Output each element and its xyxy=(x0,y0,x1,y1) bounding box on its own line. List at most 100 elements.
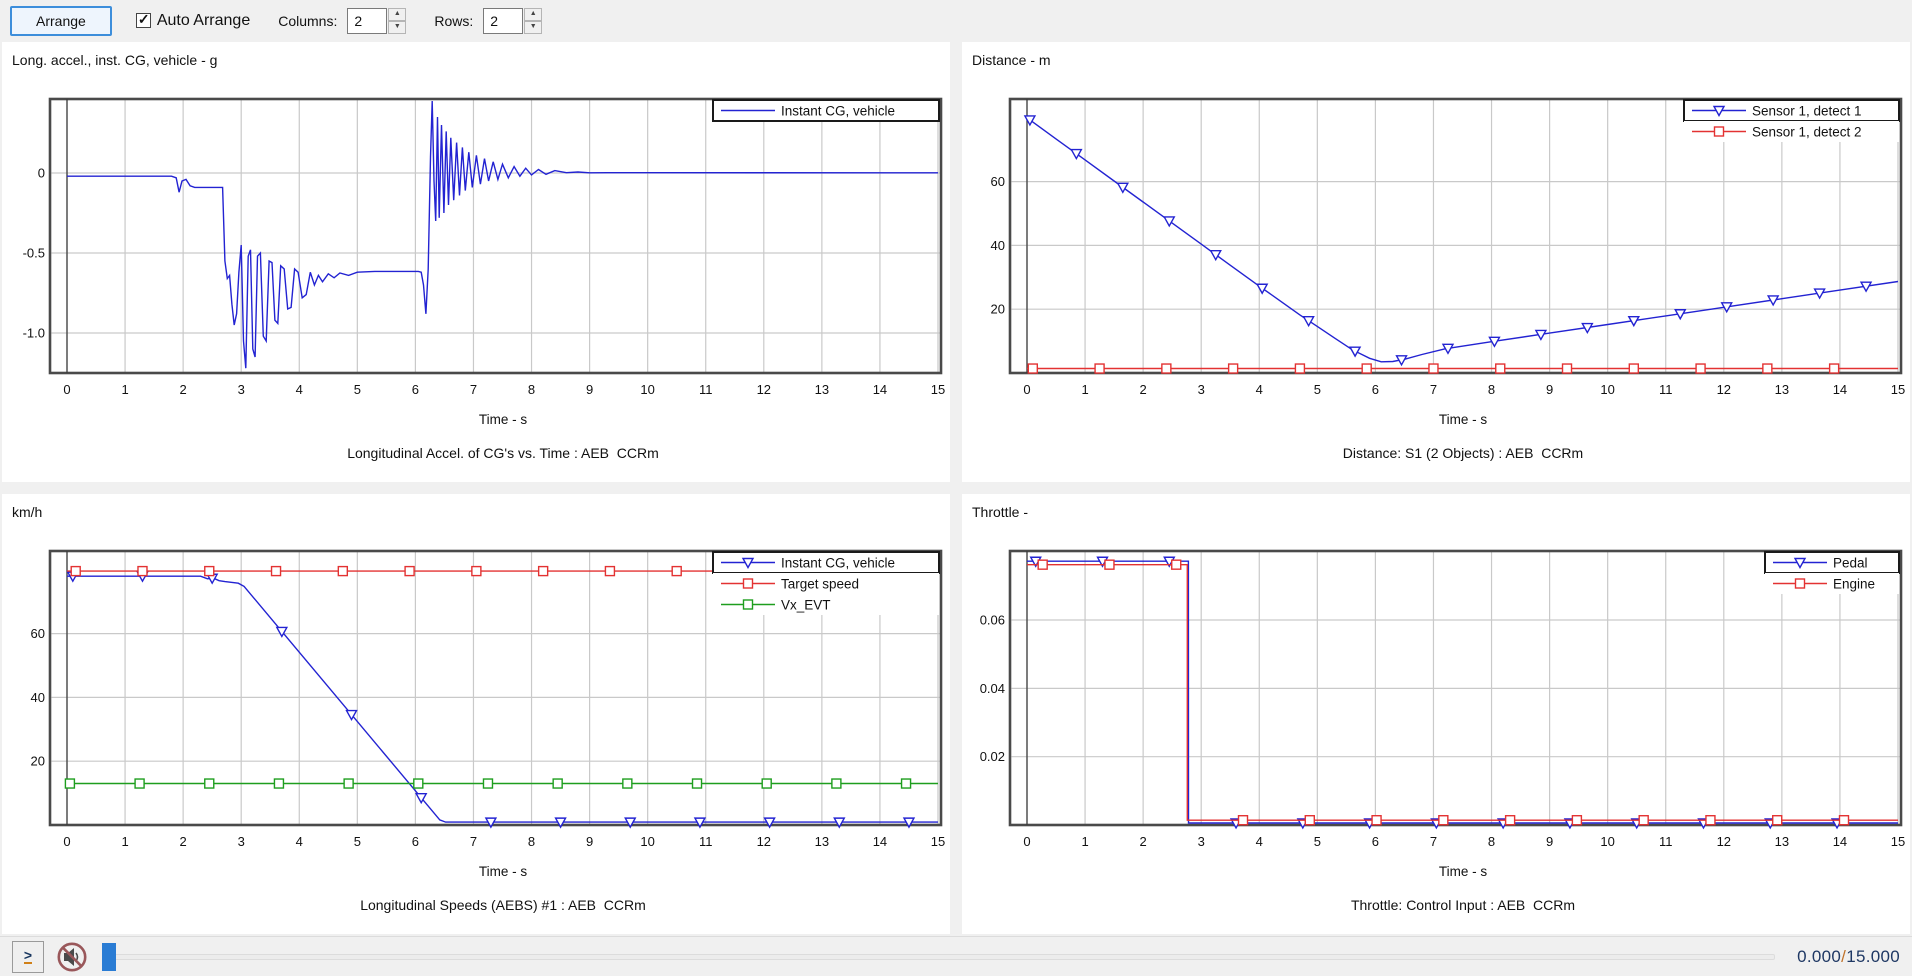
series-marker xyxy=(272,567,281,576)
series-marker xyxy=(1372,816,1381,825)
columns-spin-up-icon[interactable]: ▲ xyxy=(388,8,406,21)
plot-panel-throttle: 01234567891011121314150.060.040.02PedalE… xyxy=(962,494,1910,934)
slider-track[interactable] xyxy=(102,954,1775,960)
series-marker xyxy=(693,779,702,788)
x-tick-label: 6 xyxy=(1372,382,1379,397)
x-tick-label: 4 xyxy=(1256,382,1263,397)
x-tick-label: 9 xyxy=(1546,382,1553,397)
x-tick-label: 11 xyxy=(1659,382,1673,397)
speeds-plot-canvas[interactable]: 0123456789101112131415604020Instant CG, … xyxy=(2,494,950,934)
playback-bar: > 0.000/15.000 xyxy=(0,936,1912,976)
columns-label: Columns: xyxy=(278,13,337,29)
x-tick-label: 7 xyxy=(1430,834,1437,849)
columns-spinner[interactable]: 2 ▲ ▼ xyxy=(347,8,406,34)
rows-spinner[interactable]: 2 ▲ ▼ xyxy=(483,8,542,34)
x-tick-label: 14 xyxy=(873,834,887,849)
series-marker xyxy=(405,567,414,576)
series-marker xyxy=(1164,217,1174,226)
legend-entry[interactable]: Pedal xyxy=(1765,552,1899,573)
columns-spin-down-icon[interactable]: ▼ xyxy=(388,21,406,34)
arrange-button[interactable]: Arrange xyxy=(10,6,112,36)
series-marker xyxy=(205,779,214,788)
x-tick-label: 1 xyxy=(1081,382,1088,397)
legend-entry[interactable]: Engine xyxy=(1765,573,1899,594)
plot-caption: Throttle: Control Input : AEB CCRm xyxy=(1351,897,1575,913)
x-tick-label: 8 xyxy=(1488,382,1495,397)
legend-entry[interactable]: Instant CG, vehicle xyxy=(713,100,939,121)
plot-caption: Longitudinal Accel. of CG's vs. Time : A… xyxy=(347,445,659,461)
series-marker xyxy=(672,567,681,576)
x-tick-label: 7 xyxy=(470,382,477,397)
play-button[interactable]: > xyxy=(12,941,44,973)
rows-value[interactable]: 2 xyxy=(483,8,523,34)
time-readout: 0.000/15.000 xyxy=(1797,947,1900,967)
legend-entry[interactable]: Target speed xyxy=(713,573,939,594)
plot-title: km/h xyxy=(12,504,42,520)
series-marker xyxy=(483,779,492,788)
series-marker xyxy=(1071,150,1081,159)
throttle-plot-canvas[interactable]: 01234567891011121314150.060.040.02PedalE… xyxy=(962,494,1910,934)
series-marker xyxy=(1229,364,1238,373)
columns-value[interactable]: 2 xyxy=(347,8,387,34)
series-marker xyxy=(1563,364,1572,373)
plot-title: Long. accel., inst. CG, vehicle - g xyxy=(12,52,217,68)
series-marker xyxy=(623,779,632,788)
rows-label: Rows: xyxy=(434,13,473,29)
muted-speaker-icon[interactable] xyxy=(56,941,88,973)
series-marker xyxy=(1639,816,1648,825)
x-tick-label: 12 xyxy=(1717,834,1731,849)
series-marker xyxy=(1429,364,1438,373)
slider-thumb[interactable] xyxy=(102,943,116,971)
series-marker xyxy=(344,779,353,788)
time-total: 15.000 xyxy=(1846,947,1900,966)
x-axis-label: Time - s xyxy=(1439,864,1487,879)
plot-caption: Distance: S1 (2 Objects) : AEB CCRm xyxy=(1343,445,1583,461)
x-tick-label: 1 xyxy=(1081,834,1088,849)
series-marker xyxy=(832,779,841,788)
legend-label: Sensor 1, detect 2 xyxy=(1752,125,1862,140)
series-marker xyxy=(138,567,147,576)
series-marker xyxy=(1362,364,1371,373)
series-marker xyxy=(1304,317,1314,326)
legend-label: Instant CG, vehicle xyxy=(781,104,895,119)
series-marker xyxy=(605,567,614,576)
series-marker xyxy=(71,567,80,576)
y-tick-label: 40 xyxy=(991,238,1005,253)
x-tick-label: 10 xyxy=(640,834,654,849)
rows-spin-up-icon[interactable]: ▲ xyxy=(524,8,542,21)
x-tick-label: 3 xyxy=(1198,834,1205,849)
legend-entry[interactable]: Vx_EVT xyxy=(713,594,939,615)
rows-spin-down-icon[interactable]: ▼ xyxy=(524,21,542,34)
x-axis-label: Time - s xyxy=(479,412,527,427)
x-tick-label: 12 xyxy=(757,834,771,849)
checkbox-box[interactable]: ✓ xyxy=(136,13,151,28)
series-marker xyxy=(744,600,753,609)
series-line xyxy=(67,101,938,368)
distance-plot-canvas[interactable]: 0123456789101112131415604020Sensor 1, de… xyxy=(962,42,1910,482)
legend-label: Instant CG, vehicle xyxy=(781,556,895,571)
auto-arrange-checkbox[interactable]: ✓ Auto Arrange xyxy=(136,12,250,30)
x-tick-label: 15 xyxy=(1891,834,1905,849)
x-tick-label: 14 xyxy=(873,382,887,397)
x-tick-label: 9 xyxy=(1546,834,1553,849)
series-marker xyxy=(1796,579,1805,588)
series-marker xyxy=(1706,816,1715,825)
x-tick-label: 15 xyxy=(1891,382,1905,397)
accel-plot-canvas[interactable]: 01234567891011121314150-0.5-1.0Instant C… xyxy=(2,42,950,482)
x-tick-label: 4 xyxy=(296,382,303,397)
series-marker xyxy=(1439,816,1448,825)
x-tick-label: 11 xyxy=(1659,834,1673,849)
x-tick-label: 6 xyxy=(412,382,419,397)
x-tick-label: 5 xyxy=(1314,834,1321,849)
series-marker xyxy=(1839,816,1848,825)
legend-entry[interactable]: Sensor 1, detect 1 xyxy=(1684,100,1899,121)
series-marker xyxy=(1162,364,1171,373)
y-tick-label: 60 xyxy=(31,626,45,641)
timeline-slider[interactable] xyxy=(102,942,1779,972)
legend-entry[interactable]: Sensor 1, detect 2 xyxy=(1684,121,1899,142)
series-marker xyxy=(1715,127,1724,136)
legend-entry[interactable]: Instant CG, vehicle xyxy=(713,552,939,573)
series-marker xyxy=(762,779,771,788)
x-tick-label: 15 xyxy=(931,382,945,397)
play-icon: > xyxy=(24,949,32,961)
